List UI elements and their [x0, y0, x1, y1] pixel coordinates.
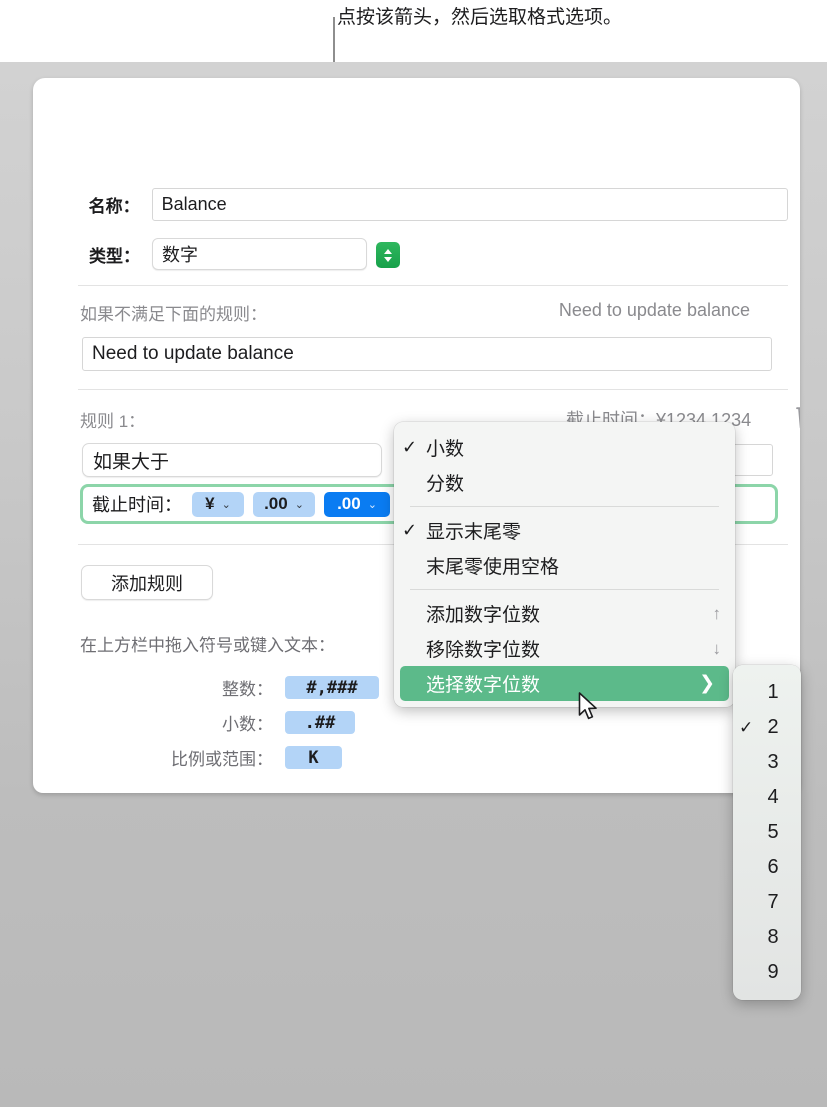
submenu-item-2[interactable]: ✓ 2 — [733, 710, 801, 745]
symbol-row-decimal: 小数： .## — [133, 710, 355, 735]
submenu-item-1-label: 1 — [767, 681, 779, 703]
symbols-hint-text: 在上方栏中拖入符号或键入文本： — [80, 636, 335, 655]
menu-item-choose-digit-count-label: 选择数字位数 — [426, 675, 541, 696]
submenu-item-3[interactable]: 3 — [733, 745, 801, 780]
chevron-up-icon — [384, 248, 392, 254]
rule-1-condition-value: 如果大于 — [93, 451, 170, 473]
digit-count-submenu: 1 ✓ 2 3 4 5 6 7 8 9 — [733, 665, 801, 1000]
symbol-label-integer: 整数： — [222, 680, 273, 699]
format-token-decimal-1-label: .00 — [264, 494, 288, 513]
chevron-right-icon: ❯ — [699, 673, 715, 694]
chevron-down-icon: ⌄ — [294, 498, 304, 511]
submenu-item-8[interactable]: 8 — [733, 920, 801, 955]
chevron-down-icon — [384, 256, 392, 262]
symbol-chip-scale[interactable]: K — [285, 746, 342, 769]
submenu-item-1[interactable]: 1 — [733, 675, 801, 710]
menu-item-fraction[interactable]: 分数 — [394, 465, 735, 500]
callout-text-top: 点按该箭头，然后选取格式选项。 — [337, 7, 623, 28]
rule-1-label: 规则 1： — [80, 412, 146, 431]
rule-1-condition-select[interactable]: 如果大于 — [82, 443, 418, 477]
desktop-backdrop — [0, 793, 827, 1107]
submenu-item-2-label: 2 — [767, 716, 779, 738]
menu-item-decimal[interactable]: ✓ 小数 — [394, 430, 735, 465]
submenu-item-5[interactable]: 5 — [733, 815, 801, 850]
fallback-label: 如果不满足下面的规则： — [80, 305, 267, 324]
format-token-decimal-2[interactable]: .00 ⌄ — [324, 491, 390, 517]
symbol-chip-decimal[interactable]: .## — [285, 711, 355, 734]
menu-item-trailing-zeros-as-spaces[interactable]: 末尾零使用空格 — [394, 548, 735, 583]
checkmark-icon: ✓ — [402, 520, 418, 540]
submenu-item-5-label: 5 — [767, 821, 779, 843]
submenu-item-4-label: 4 — [767, 786, 779, 808]
submenu-item-9-label: 9 — [767, 961, 779, 983]
arrow-up-icon: ↑ — [712, 603, 722, 623]
checkmark-icon: ✓ — [739, 717, 754, 737]
menu-item-decimal-label: 小数 — [426, 439, 465, 460]
submenu-item-3-label: 3 — [767, 751, 779, 773]
section-divider — [78, 285, 788, 286]
menu-item-show-trailing-zeros-label: 显示末尾零 — [426, 522, 522, 543]
type-row: 类型： 数字 — [78, 238, 788, 270]
symbol-label-decimal: 小数： — [222, 715, 273, 734]
name-input[interactable]: Balance — [151, 188, 788, 221]
stepper-updown-icon[interactable] — [376, 242, 400, 268]
checkmark-icon: ✓ — [402, 437, 418, 457]
format-options-menu: ✓ 小数 分数 ✓ 显示末尾零 末尾零使用空格 添加数字位数 ↑ 移除数字位数 … — [394, 422, 735, 707]
name-row: 名称： Balance — [78, 188, 788, 221]
format-token-currency[interactable]: ¥ ⌄ — [192, 491, 244, 517]
format-token-decimal-2-label: .00 — [337, 494, 361, 513]
name-label: 名称： — [88, 197, 140, 216]
symbol-label-scale: 比例或范围： — [171, 750, 273, 769]
section-divider — [78, 389, 788, 390]
format-bar-prefix-text: 截止时间： — [92, 495, 182, 515]
menu-separator — [410, 589, 719, 590]
chevron-down-icon: ⌄ — [221, 498, 231, 511]
format-token-decimal-1[interactable]: .00 ⌄ — [253, 491, 315, 517]
menu-item-add-digit-label: 添加数字位数 — [426, 605, 541, 626]
submenu-item-6[interactable]: 6 — [733, 850, 801, 885]
submenu-item-8-label: 8 — [767, 926, 779, 948]
menu-item-choose-digit-count[interactable]: 选择数字位数 ❯ — [400, 666, 729, 701]
add-rule-button[interactable]: 添加规则 — [81, 565, 213, 600]
menu-item-fraction-label: 分数 — [426, 474, 465, 495]
menu-item-show-trailing-zeros[interactable]: ✓ 显示末尾零 — [394, 513, 735, 548]
format-token-currency-label: ¥ — [205, 494, 215, 513]
submenu-item-7[interactable]: 7 — [733, 885, 801, 920]
submenu-item-9[interactable]: 9 — [733, 955, 801, 990]
submenu-item-7-label: 7 — [767, 891, 779, 913]
mouse-cursor-icon — [578, 692, 597, 720]
submenu-item-4[interactable]: 4 — [733, 780, 801, 815]
symbol-row-integer: 整数： #,### — [133, 675, 379, 700]
symbol-chip-integer[interactable]: #,### — [285, 676, 379, 699]
menu-item-remove-digit-label: 移除数字位数 — [426, 640, 541, 661]
fallback-preview: Need to update balance — [558, 300, 750, 320]
menu-item-add-digit[interactable]: 添加数字位数 ↑ — [394, 596, 735, 631]
fallback-input[interactable]: Need to update balance — [82, 337, 772, 371]
arrow-down-icon: ↓ — [712, 638, 722, 658]
menu-item-trailing-zeros-as-spaces-label: 末尾零使用空格 — [426, 557, 560, 578]
submenu-item-6-label: 6 — [767, 856, 779, 878]
type-select-value: 数字 — [162, 245, 198, 265]
type-label: 类型： — [89, 246, 140, 266]
menu-separator — [410, 506, 719, 507]
symbol-row-scale: 比例或范围： K — [133, 745, 342, 770]
menu-item-remove-digit[interactable]: 移除数字位数 ↓ — [394, 631, 735, 666]
type-select[interactable]: 数字 — [152, 238, 400, 270]
trash-icon[interactable] — [796, 403, 800, 429]
chevron-down-icon: ⌄ — [367, 498, 377, 511]
